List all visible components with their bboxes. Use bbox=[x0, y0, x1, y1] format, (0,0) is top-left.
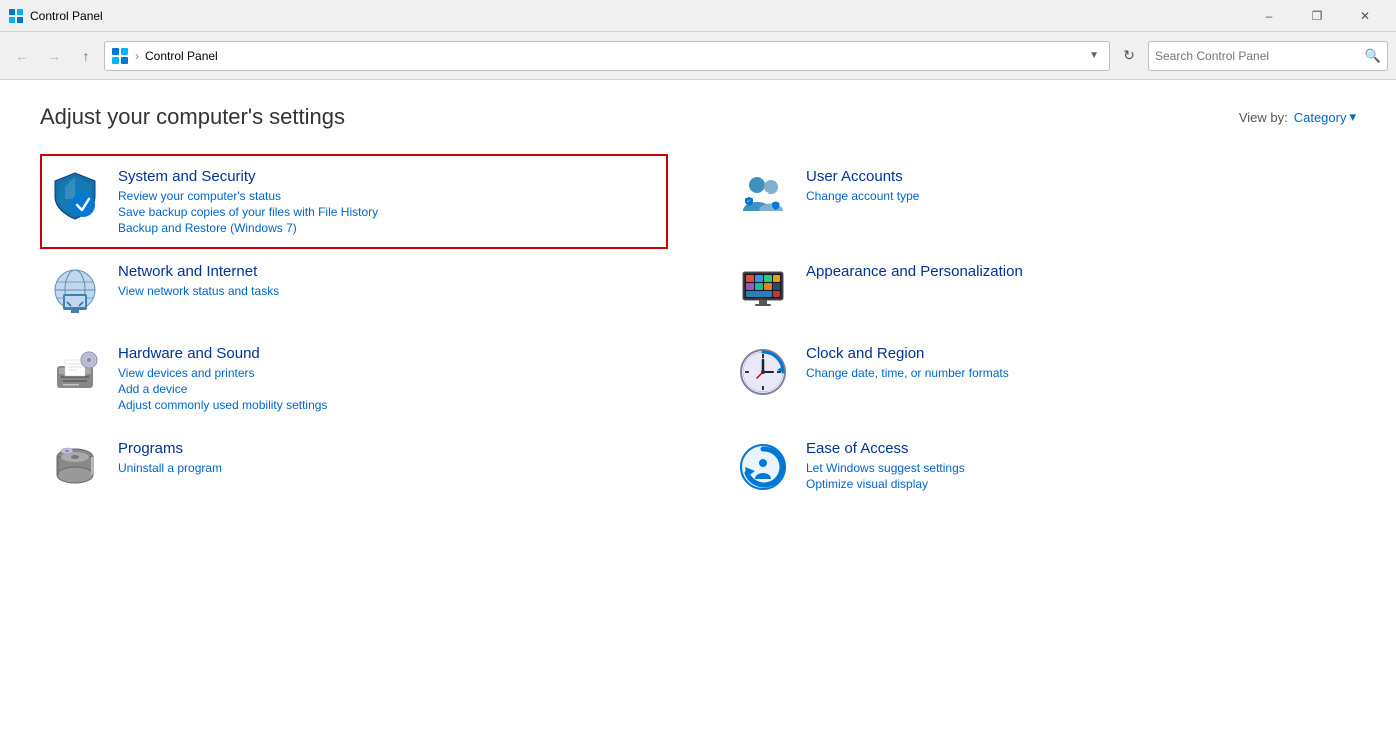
ease-of-access-link-1[interactable]: Let Windows suggest settings bbox=[806, 461, 1348, 475]
network-internet-title[interactable]: Network and Internet bbox=[118, 263, 660, 280]
maximize-button[interactable]: ❐ bbox=[1294, 0, 1340, 32]
system-security-link-3[interactable]: Backup and Restore (Windows 7) bbox=[118, 221, 660, 235]
hardware-sound-link-2[interactable]: Add a device bbox=[118, 382, 660, 396]
appearance-content: Appearance and Personalization bbox=[806, 263, 1348, 284]
appearance-icon bbox=[736, 263, 790, 317]
programs-title[interactable]: Programs bbox=[118, 440, 660, 457]
user-accounts-icon bbox=[736, 168, 790, 222]
ease-of-access-icon bbox=[736, 440, 790, 494]
nav-bar: ← → ↑ › Control Panel ▼ ↻ 🔍 bbox=[0, 32, 1396, 80]
programs-link-1[interactable]: Uninstall a program bbox=[118, 461, 660, 475]
system-security-content: System and Security Review your computer… bbox=[118, 168, 660, 235]
page-header: Adjust your computer's settings View by:… bbox=[40, 104, 1356, 130]
minimize-button[interactable]: – bbox=[1246, 0, 1292, 32]
search-bar[interactable]: 🔍 bbox=[1148, 41, 1388, 71]
hardware-sound-link-3[interactable]: Adjust commonly used mobility settings bbox=[118, 398, 660, 412]
user-accounts-content: User Accounts Change account type bbox=[806, 168, 1348, 203]
clock-region-link-1[interactable]: Change date, time, or number formats bbox=[806, 366, 1348, 380]
hardware-sound-content: Hardware and Sound View devices and prin… bbox=[118, 345, 660, 412]
address-bar[interactable]: › Control Panel ▼ bbox=[104, 41, 1110, 71]
clock-region-icon bbox=[736, 345, 790, 399]
address-path: Control Panel bbox=[145, 49, 1079, 63]
network-internet-content: Network and Internet View network status… bbox=[118, 263, 660, 298]
categories-grid: System and Security Review your computer… bbox=[40, 154, 1356, 508]
refresh-button[interactable]: ↻ bbox=[1114, 41, 1144, 71]
category-network-internet[interactable]: Network and Internet View network status… bbox=[40, 249, 668, 331]
view-by-label: View by: bbox=[1239, 110, 1288, 125]
forward-button[interactable]: → bbox=[40, 42, 68, 70]
view-by-value[interactable]: Category ▾ bbox=[1294, 109, 1356, 125]
user-accounts-title[interactable]: User Accounts bbox=[806, 168, 1348, 185]
system-security-link-1[interactable]: Review your computer's status bbox=[118, 189, 660, 203]
address-dropdown[interactable]: ▼ bbox=[1085, 50, 1103, 61]
app-icon bbox=[8, 8, 24, 24]
hardware-sound-icon bbox=[48, 345, 102, 399]
category-ease-of-access[interactable]: Ease of Access Let Windows suggest setti… bbox=[728, 426, 1356, 508]
back-button[interactable]: ← bbox=[8, 42, 36, 70]
window-controls: – ❐ ✕ bbox=[1246, 0, 1388, 32]
search-input[interactable] bbox=[1155, 49, 1365, 63]
ease-of-access-content: Ease of Access Let Windows suggest setti… bbox=[806, 440, 1348, 491]
hardware-sound-link-1[interactable]: View devices and printers bbox=[118, 366, 660, 380]
search-icon[interactable]: 🔍 bbox=[1365, 48, 1381, 64]
page-title: Adjust your computer's settings bbox=[40, 104, 345, 130]
system-security-icon bbox=[48, 168, 102, 222]
network-internet-icon bbox=[48, 263, 102, 317]
network-internet-link-1[interactable]: View network status and tasks bbox=[118, 284, 660, 298]
title-bar: Control Panel – ❐ ✕ bbox=[0, 0, 1396, 32]
category-user-accounts[interactable]: User Accounts Change account type bbox=[728, 154, 1356, 249]
category-appearance[interactable]: Appearance and Personalization bbox=[728, 249, 1356, 331]
close-button[interactable]: ✕ bbox=[1342, 0, 1388, 32]
system-security-title[interactable]: System and Security bbox=[118, 168, 660, 185]
up-button[interactable]: ↑ bbox=[72, 42, 100, 70]
ease-of-access-link-2[interactable]: Optimize visual display bbox=[806, 477, 1348, 491]
system-security-link-2[interactable]: Save backup copies of your files with Fi… bbox=[118, 205, 660, 219]
appearance-title[interactable]: Appearance and Personalization bbox=[806, 263, 1348, 280]
address-bar-icon bbox=[111, 47, 129, 65]
address-separator: › bbox=[135, 49, 139, 63]
category-system-security[interactable]: System and Security Review your computer… bbox=[40, 154, 668, 249]
user-accounts-link-1[interactable]: Change account type bbox=[806, 189, 1348, 203]
programs-content: Programs Uninstall a program bbox=[118, 440, 660, 475]
main-content: Adjust your computer's settings View by:… bbox=[0, 80, 1396, 737]
window-title: Control Panel bbox=[30, 9, 1246, 23]
hardware-sound-title[interactable]: Hardware and Sound bbox=[118, 345, 660, 362]
clock-region-title[interactable]: Clock and Region bbox=[806, 345, 1348, 362]
category-clock-region[interactable]: Clock and Region Change date, time, or n… bbox=[728, 331, 1356, 426]
category-programs[interactable]: Programs Uninstall a program bbox=[40, 426, 668, 508]
clock-region-content: Clock and Region Change date, time, or n… bbox=[806, 345, 1348, 380]
category-hardware-sound[interactable]: Hardware and Sound View devices and prin… bbox=[40, 331, 668, 426]
ease-of-access-title[interactable]: Ease of Access bbox=[806, 440, 1348, 457]
view-by: View by: Category ▾ bbox=[1239, 109, 1356, 125]
programs-icon bbox=[48, 440, 102, 494]
